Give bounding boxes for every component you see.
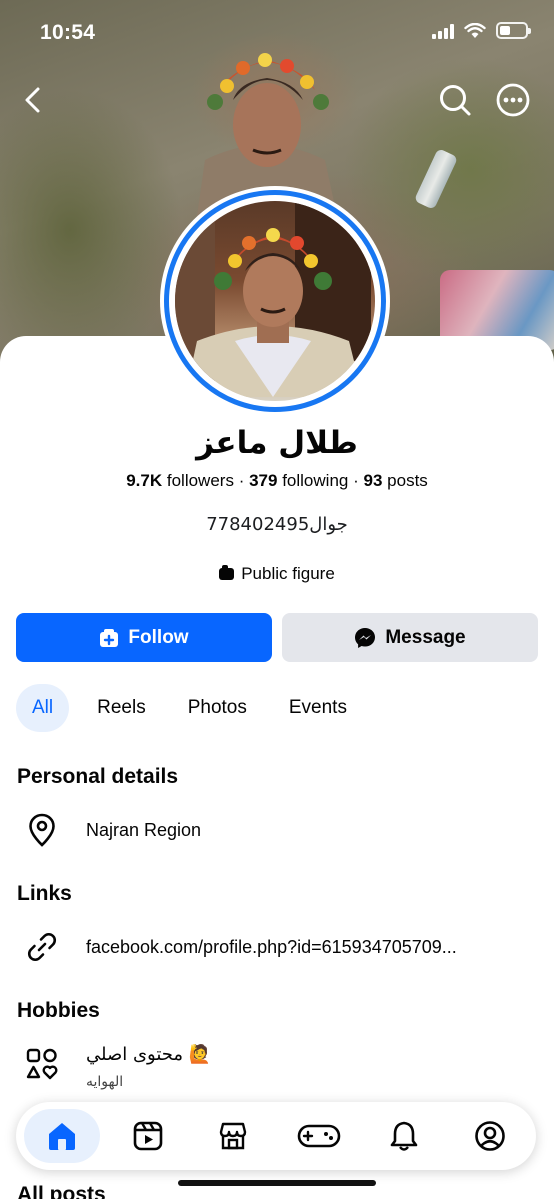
gaming-icon: [297, 1124, 341, 1148]
followers-count: 9.7K: [126, 471, 163, 490]
profile-category: Public figure: [0, 564, 554, 584]
status-icons: [432, 22, 531, 39]
search-icon: [440, 85, 471, 116]
nav-marketplace[interactable]: [195, 1109, 271, 1163]
following-label: following: [282, 471, 349, 490]
battery-icon: [496, 22, 531, 39]
hobby-row[interactable]: [24, 1046, 60, 1082]
follow-label: Follow: [128, 626, 189, 648]
links-title: Links: [17, 882, 72, 905]
top-nav: [0, 78, 554, 122]
posts-count: 93: [363, 471, 383, 490]
posts-stat: 93 posts: [364, 471, 428, 490]
followers-stat[interactable]: 9.7K followers: [126, 471, 234, 490]
all-posts-title: All posts: [17, 1183, 106, 1199]
message-button[interactable]: Message: [282, 613, 538, 662]
profile-name: طلال ماعز: [196, 425, 358, 461]
following-stat[interactable]: 379 following: [249, 471, 348, 490]
search-button[interactable]: [436, 81, 474, 119]
profile-icon: [475, 1121, 505, 1151]
back-button[interactable]: [16, 82, 52, 118]
profile-avatar[interactable]: [160, 186, 390, 416]
cellular-signal-icon: [432, 23, 454, 39]
followers-label: followers: [166, 471, 234, 490]
hobby-item: محتوى اصلي 🙋: [86, 1044, 212, 1065]
hobby-sub-label: الهوايه: [86, 1074, 124, 1090]
profile-stats: 9.7K followers · 379 following · 93 post…: [0, 471, 554, 491]
story-ring: [164, 190, 386, 412]
follow-button[interactable]: Follow: [16, 613, 272, 662]
stats-separator: ·: [353, 471, 359, 490]
nav-profile[interactable]: [452, 1109, 528, 1163]
bottom-nav-bar: [16, 1102, 536, 1170]
tab-events[interactable]: Events: [275, 684, 361, 732]
more-options-button[interactable]: [494, 81, 532, 119]
tab-all[interactable]: All: [16, 684, 70, 732]
link-icon: [24, 929, 60, 965]
chevron-left-icon: [25, 87, 40, 113]
avatar-image: [175, 201, 375, 401]
notifications-icon: [391, 1121, 418, 1151]
location-text: Najran Region: [86, 819, 202, 840]
profile-bio: جوال778402495: [206, 514, 348, 535]
link-row[interactable]: facebook.com/profile.php?id=615934705709…: [24, 929, 457, 965]
tab-reels[interactable]: Reels: [83, 684, 160, 732]
marketplace-icon: [219, 1122, 247, 1150]
message-label: Message: [385, 626, 466, 648]
location-row[interactable]: Najran Region: [24, 812, 201, 848]
posts-label: posts: [387, 471, 428, 490]
home-indicator[interactable]: [178, 1180, 376, 1186]
status-bar: 10:54: [0, 0, 554, 62]
cover-bottle: [413, 148, 459, 210]
avatar-person-illustration: [175, 201, 371, 397]
wifi-icon: [464, 22, 486, 38]
nav-gaming[interactable]: [281, 1109, 357, 1163]
reels-icon: [133, 1121, 162, 1151]
more-horizontal-icon: [496, 83, 530, 117]
messenger-icon: [355, 627, 376, 648]
hobbies-shapes-icon: [24, 1046, 60, 1082]
category-label: Public figure: [241, 564, 335, 583]
nav-reels[interactable]: [110, 1109, 186, 1163]
status-time: 10:54: [40, 21, 96, 44]
stats-separator: ·: [238, 471, 245, 490]
add-friend-icon: [100, 628, 119, 647]
nav-home[interactable]: [24, 1109, 100, 1163]
briefcase-icon: [219, 565, 235, 580]
personal-details-title: Personal details: [17, 765, 179, 788]
tab-photos[interactable]: Photos: [174, 684, 261, 732]
hobbies-title: Hobbies: [17, 999, 100, 1022]
profile-tabs: All Reels Photos Events: [16, 683, 375, 733]
location-pin-icon: [24, 812, 60, 848]
following-count: 379: [249, 471, 278, 490]
home-icon: [49, 1123, 75, 1150]
link-url: facebook.com/profile.php?id=615934705709…: [86, 936, 457, 957]
nav-notifications[interactable]: [366, 1109, 442, 1163]
